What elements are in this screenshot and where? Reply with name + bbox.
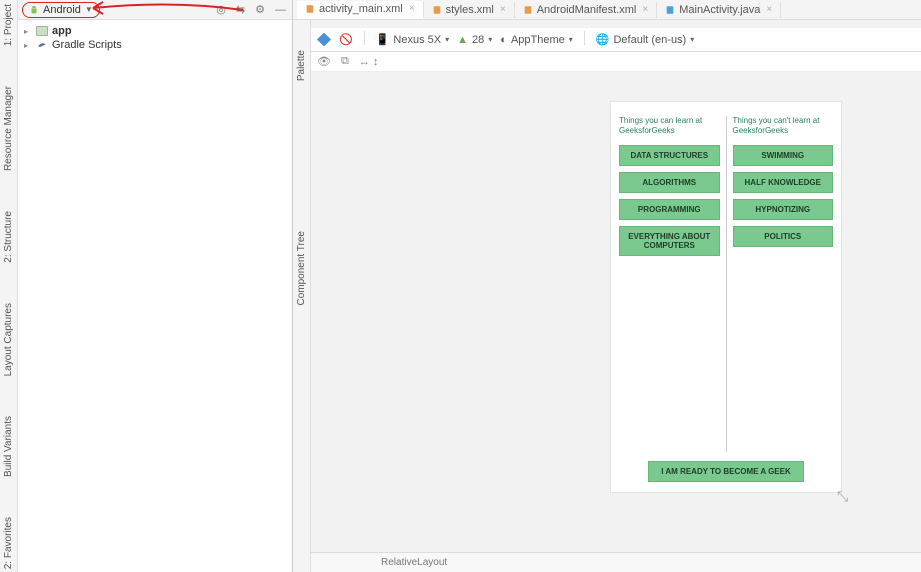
col-buttons: SWIMMING HALF KNOWLEDGE HYPNOTIZING POLITIC… <box>733 145 834 247</box>
tab-label: styles.xml <box>446 4 494 16</box>
folder-icon <box>36 26 48 36</box>
editor-tab[interactable]: AndroidManifest.xml × <box>515 2 658 18</box>
design-surface-icon[interactable] <box>317 33 331 47</box>
api-label: 28 <box>472 34 484 46</box>
col-title: Things you can't learn at GeeksforGeeks <box>733 116 834 135</box>
rail-structure[interactable]: 2: Structure <box>3 211 14 263</box>
tab-label: AndroidManifest.xml <box>537 4 637 16</box>
hide-icon[interactable]: — <box>273 4 288 16</box>
chevron-down-icon: ▼ <box>85 5 93 14</box>
preview-button[interactable]: PROGRAMMING <box>619 199 720 220</box>
file-icon <box>305 4 315 14</box>
rail-project[interactable]: 1: Project <box>3 4 14 46</box>
editor-tab[interactable]: activity_main.xml × <box>297 1 424 19</box>
cta-row: I AM READY TO BECOME A GEEK <box>611 461 841 482</box>
close-icon[interactable]: × <box>409 3 415 14</box>
project-header: Android ▼ ◎ ⇆ ⚙ — <box>18 0 292 20</box>
design-canvas[interactable]: Things you can learn at GeeksforGeeks DA… <box>311 72 921 552</box>
status-bar: RelativeLayout <box>311 552 921 572</box>
preview-button[interactable]: EVERYTHING ABOUT COMPUTERS <box>619 226 720 256</box>
tree-label: Gradle Scripts <box>52 39 122 51</box>
pan-arrows-icon[interactable]: ↔ ↕ <box>359 56 379 68</box>
target-icon[interactable]: ◎ <box>214 3 228 16</box>
project-tree[interactable]: ▸ app ▸ Gradle Scripts <box>18 20 292 572</box>
project-header-tools: ◎ ⇆ ⚙ — <box>214 3 288 16</box>
theme-selector[interactable]: ◐ AppTheme▾ <box>500 34 572 46</box>
preview-button[interactable]: POLITICS <box>733 226 834 247</box>
tree-expand-icon[interactable]: ▸ <box>24 27 32 36</box>
rail-resource-manager[interactable]: Resource Manager <box>3 86 14 171</box>
tab-label: activity_main.xml <box>319 3 403 15</box>
rail-build-variants[interactable]: Build Variants <box>3 416 14 477</box>
android-icon <box>29 5 39 15</box>
project-view-selector[interactable]: Android ▼ <box>22 2 100 18</box>
design-toolbar: 🚫 📱 Nexus 5X▾ ▲ 28▾ ◐ AppTheme▾ 🌐 Defaul… <box>311 28 921 52</box>
resize-grip-icon[interactable]: ⤡ <box>837 488 851 502</box>
close-icon[interactable]: × <box>642 4 648 15</box>
rail-favorites[interactable]: 2: Favorites <box>3 517 14 569</box>
tree-label: app <box>52 25 72 37</box>
locale-selector[interactable]: 🌐 Default (en-us)▾ <box>596 33 694 46</box>
close-icon[interactable]: × <box>500 4 506 15</box>
project-view-label: Android <box>43 4 81 16</box>
preview-button[interactable]: SWIMMING <box>733 145 834 166</box>
preview-button[interactable]: HALF KNOWLEDGE <box>733 172 834 193</box>
col-divider <box>726 116 727 452</box>
file-icon <box>665 5 675 15</box>
close-icon[interactable]: × <box>766 4 772 15</box>
col-title: Things you can learn at GeeksforGeeks <box>619 116 720 135</box>
editor-tab-bar: activity_main.xml×styles.xml×AndroidMani… <box>293 0 921 20</box>
tree-row-gradle[interactable]: ▸ Gradle Scripts <box>20 38 290 52</box>
preview-button[interactable]: ALGORITHMS <box>619 172 720 193</box>
ide-left-rail: 1: Project Resource Manager 2: Structure… <box>0 0 18 572</box>
editor-tab[interactable]: styles.xml × <box>424 2 515 18</box>
tree-row-app[interactable]: ▸ app <box>20 24 290 38</box>
collapse-icon[interactable]: ⇆ <box>234 3 247 16</box>
design-sub-toolbar: 👁 ⧉ ↔ ↕ <box>311 52 921 72</box>
preview-col-right: Things you can't learn at GeeksforGeeks … <box>733 116 834 452</box>
gear-icon[interactable]: ⚙ <box>253 3 267 16</box>
api-selector[interactable]: ▲ 28▾ <box>457 34 492 46</box>
rail-layout-captures[interactable]: Layout Captures <box>3 303 14 376</box>
preview-button[interactable]: HYPNOTIZING <box>733 199 834 220</box>
preview-col-left: Things you can learn at GeeksforGeeks DA… <box>619 116 720 452</box>
project-tool-window: Android ▼ ◎ ⇆ ⚙ — ▸ app ▸ <box>18 0 293 572</box>
file-icon <box>523 5 533 15</box>
eye-icon[interactable]: 👁 <box>317 55 331 68</box>
cta-button[interactable]: I AM READY TO BECOME A GEEK <box>648 461 804 482</box>
tab-label: MainActivity.java <box>679 4 760 16</box>
status-layout: RelativeLayout <box>381 557 447 568</box>
orientation-icon[interactable]: 🚫 <box>339 33 353 46</box>
device-label: Nexus 5X <box>393 34 441 46</box>
designer-inner-rail: Palette Component Tree <box>293 20 311 572</box>
editor-body: Palette Component Tree 🚫 📱 Nexus 5X▾ ▲ 2… <box>293 20 921 572</box>
rail-palette[interactable]: Palette <box>296 50 307 81</box>
device-preview[interactable]: Things you can learn at GeeksforGeeks DA… <box>611 102 841 492</box>
device-selector[interactable]: 📱 Nexus 5X▾ <box>376 33 449 46</box>
editor-tab[interactable]: MainActivity.java × <box>657 2 781 18</box>
gradle-icon <box>36 40 48 50</box>
editor-area: activity_main.xml×styles.xml×AndroidMani… <box>293 0 921 572</box>
preview-content: Things you can learn at GeeksforGeeks DA… <box>611 102 841 452</box>
file-icon <box>432 5 442 15</box>
preview-button[interactable]: DATA STRUCTURES <box>619 145 720 166</box>
col-buttons: DATA STRUCTURES ALGORITHMS PROGRAMMING EVER… <box>619 145 720 256</box>
tree-expand-icon[interactable]: ▸ <box>24 41 32 50</box>
rail-component-tree[interactable]: Component Tree <box>296 231 307 306</box>
locale-label: Default (en-us) <box>613 34 686 46</box>
theme-label: AppTheme <box>511 34 565 46</box>
designer-main: 🚫 📱 Nexus 5X▾ ▲ 28▾ ◐ AppTheme▾ 🌐 Defaul… <box>311 20 921 572</box>
magnet-icon[interactable]: ⧉ <box>341 55 349 68</box>
